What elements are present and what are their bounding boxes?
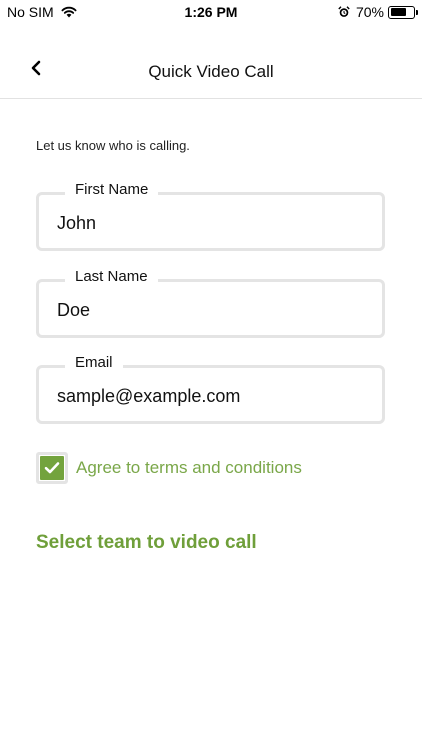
first-name-field: First Name — [36, 181, 385, 251]
battery-fill — [390, 8, 406, 16]
status-bar: No SIM 1:26 PM 70% — [0, 0, 422, 24]
intro-text: Let us know who is calling. — [36, 138, 190, 153]
checkbox-fill — [40, 456, 64, 480]
last-name-input[interactable] — [57, 300, 368, 321]
email-label: Email — [65, 354, 123, 371]
alarm-icon — [338, 6, 350, 17]
nav-bar: Quick Video Call — [0, 24, 422, 99]
terms-label[interactable]: Agree to terms and conditions — [76, 458, 302, 478]
last-name-label: Last Name — [65, 268, 158, 285]
screen: No SIM 1:26 PM 70% Quick Video Call Let … — [0, 0, 422, 750]
battery-cap — [416, 9, 418, 15]
terms-row: Agree to terms and conditions — [36, 452, 302, 484]
status-right: 70% — [338, 4, 418, 20]
select-team-link[interactable]: Select team to video call — [36, 532, 257, 554]
email-field: Email — [36, 354, 385, 424]
battery-percent: 70% — [355, 4, 384, 20]
battery-icon — [388, 5, 418, 19]
email-input[interactable] — [57, 386, 368, 407]
first-name-input[interactable] — [57, 213, 368, 234]
checkmark-icon — [44, 462, 60, 474]
first-name-label: First Name — [65, 181, 159, 198]
terms-checkbox[interactable] — [36, 452, 68, 484]
last-name-field: Last Name — [36, 268, 385, 338]
page-title: Quick Video Call — [148, 62, 274, 81]
